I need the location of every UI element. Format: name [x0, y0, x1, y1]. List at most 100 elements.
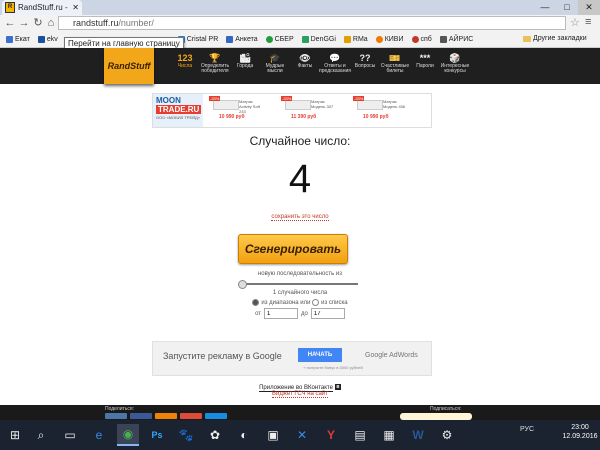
browser-tab[interactable]: R RandStuff.ru - генератор ✕ — [2, 0, 82, 15]
other-bookmarks[interactable]: Другие закладки — [523, 35, 587, 42]
close-window-button[interactable]: ✕ — [578, 0, 600, 15]
nav-numbers[interactable]: 123 Числа — [168, 52, 202, 69]
vk-app-link[interactable]: Приложение во ВКонтакте в — [0, 384, 600, 392]
search-icon[interactable]: ⌕ — [30, 424, 52, 446]
ad-product[interactable]: -33% Матрас Модель 307 11 390 руб — [281, 96, 336, 126]
tab-close-icon[interactable]: ✕ — [72, 3, 79, 12]
nav-questions[interactable]: ?? Вопросы — [348, 52, 382, 69]
bookmark-sber[interactable]: СБЕР — [265, 36, 294, 43]
nav-contests[interactable]: 🎲 Интересные конкурсы — [438, 52, 472, 74]
browser-menu-icon[interactable]: ≡ — [585, 16, 591, 28]
folder-icon — [523, 35, 531, 42]
generate-button[interactable]: Сгенерировать — [238, 234, 348, 264]
top-ad-banner[interactable]: MOON TRADE.RU ООО «МОБИЛ ТРЕЙД» -33% Мат… — [152, 93, 432, 128]
app-icon[interactable]: ◐ — [233, 424, 255, 446]
settings-icon[interactable]: ⚙ — [436, 424, 458, 446]
mail-share-icon[interactable] — [205, 413, 227, 419]
bookmark-airis[interactable]: АЙРИС — [439, 36, 473, 43]
browser-tab-bar — [0, 0, 600, 15]
photoshop-icon[interactable]: Ps — [146, 424, 168, 446]
share-label: Поделиться: — [105, 406, 134, 412]
edge-icon[interactable]: e — [88, 424, 110, 446]
gplus-share-icon[interactable] — [180, 413, 202, 419]
range-inputs: от до — [0, 308, 600, 319]
url-host: randstuff.ru — [73, 18, 119, 28]
radio-list[interactable] — [312, 299, 320, 306]
bookmark-icon — [343, 36, 351, 43]
word-icon[interactable]: W — [407, 424, 429, 446]
bookmark-icon — [375, 36, 383, 43]
task-view-icon[interactable]: ▭ — [59, 424, 81, 446]
ok-share-icon[interactable] — [155, 413, 177, 419]
nav-tickets[interactable]: 🎫 Счастливые билеты — [378, 52, 412, 74]
app-icon[interactable]: ✕ — [291, 424, 313, 446]
bookmark-ekat[interactable]: Екат — [6, 36, 30, 43]
ad-product[interactable]: -33% Матрас Модель 406 10 990 руб — [353, 96, 408, 126]
site-footer — [0, 405, 600, 420]
back-icon[interactable]: ← — [4, 16, 16, 30]
bookmark-icon — [439, 36, 447, 43]
system-tray: РУС — [520, 426, 534, 433]
bookmark-star-icon[interactable]: ☆ — [570, 16, 580, 29]
vk-share-icon[interactable] — [105, 413, 127, 419]
bookmark-cristal-pr[interactable]: Cristal PR — [177, 36, 218, 43]
bookmark-icon — [265, 36, 273, 43]
site-logo[interactable]: RandStuff — [104, 48, 154, 84]
bookmark-spb[interactable]: спб — [411, 36, 432, 43]
bookmark-kivi[interactable]: КИВИ — [375, 36, 404, 43]
share-buttons — [105, 413, 227, 419]
app-icon[interactable]: 🐾 — [175, 424, 197, 446]
count-slider-track[interactable] — [240, 283, 358, 285]
google-adwords-logo: Google AdWords — [365, 352, 418, 359]
mattress-icon — [285, 100, 311, 110]
chrome-icon[interactable]: ◉ — [117, 424, 139, 446]
bookmark-ekv[interactable]: ekv — [37, 36, 58, 43]
taskbar-clock[interactable]: 23:00 12.09.2016 — [560, 423, 600, 441]
count-slider-handle[interactable] — [238, 280, 247, 289]
random-number-result: 4 — [288, 157, 312, 201]
bookmark-icon — [37, 36, 45, 43]
bookmark-rma[interactable]: RMa — [343, 36, 368, 43]
ad-start-button[interactable]: НАЧАТЬ — [298, 348, 342, 362]
home-icon[interactable]: ⌂ — [45, 16, 57, 30]
sequence-label: новую последовательность из — [257, 271, 343, 277]
nav-cities[interactable]: 🏙 Города — [228, 52, 262, 69]
range-from-input[interactable] — [264, 308, 299, 319]
app-icon[interactable]: ✿ — [204, 424, 226, 446]
minimize-button[interactable]: — — [534, 0, 556, 15]
widget-link[interactable]: Виджет ГСЧ на сайт — [0, 391, 600, 398]
clock-date: 12.09.2016 — [562, 433, 598, 440]
site-favicon: R — [5, 2, 15, 13]
subscribe-button[interactable] — [400, 413, 472, 420]
calculator-icon[interactable]: ▦ — [378, 424, 400, 446]
count-label: 1 случайного числа — [272, 290, 328, 296]
app-icon[interactable]: ▤ — [349, 424, 371, 446]
address-bar[interactable]: randstuff.ru/number/ — [58, 16, 566, 30]
save-number-link[interactable]: сохранить это число — [0, 214, 600, 221]
bookmark-icon — [411, 36, 419, 43]
bookmark-denggi[interactable]: DenGGi — [301, 36, 336, 43]
clock-time: 23:00 — [571, 424, 589, 431]
nav-answers[interactable]: 💬 Ответы и предсказания — [318, 52, 352, 74]
bookmark-icon — [226, 36, 234, 43]
window-controls: — □ ✕ — [534, 0, 600, 15]
ad-brand-logo: MOON TRADE.RU ООО «МОБИЛ ТРЕЙД» — [153, 94, 203, 127]
ad-product[interactable]: -33% Матрас Activity Soft 233 10 990 руб — [209, 96, 264, 126]
nav-winner[interactable]: 🏆 Определить победителя — [198, 52, 232, 74]
nav-wisdom[interactable]: 🎓 Мудрые мысли — [258, 52, 292, 74]
yandex-browser-icon[interactable]: Y — [320, 424, 342, 446]
nav-facts[interactable]: 👁 Факты — [288, 52, 322, 69]
radio-range[interactable] — [252, 299, 260, 306]
maximize-button[interactable]: □ — [556, 0, 578, 15]
language-indicator[interactable]: РУС — [520, 426, 534, 433]
fb-share-icon[interactable] — [130, 413, 152, 419]
range-to-input[interactable] — [310, 308, 345, 319]
tab-title: RandStuff.ru - генератор — [17, 3, 69, 12]
nav-passwords[interactable]: *** Пароли — [408, 52, 442, 69]
app-icon[interactable]: ▣ — [262, 424, 284, 446]
reload-icon[interactable]: ↻ — [32, 16, 44, 30]
google-ad-banner[interactable]: Запустите рекламу в Google НАЧАТЬ + полу… — [152, 341, 432, 376]
start-icon[interactable]: ⊞ — [4, 424, 26, 446]
bookmark-anketa[interactable]: Анкета — [226, 36, 258, 43]
forward-icon[interactable]: → — [18, 16, 30, 30]
